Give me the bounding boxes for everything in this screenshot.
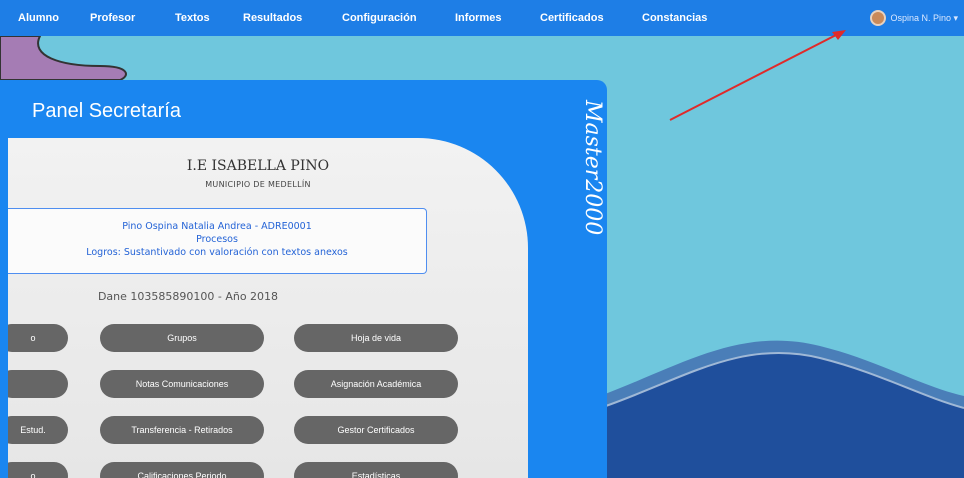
annotation-arrow	[669, 30, 846, 121]
